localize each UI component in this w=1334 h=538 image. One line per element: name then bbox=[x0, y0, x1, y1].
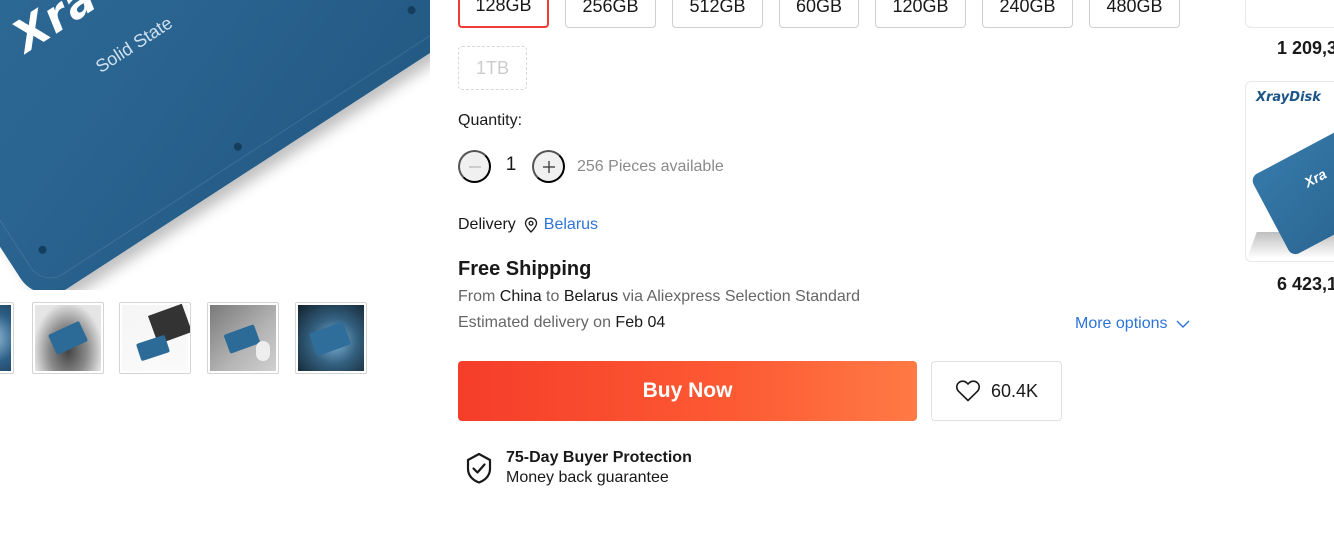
capacity-option-512gb[interactable]: 512GB bbox=[672, 0, 763, 28]
thumbnail-3[interactable] bbox=[207, 302, 279, 374]
route-via: via Aliexpress Selection Standard bbox=[622, 288, 861, 305]
recommendation-card-1[interactable]: XrayDisk Xra bbox=[1245, 81, 1334, 262]
location-pin-icon bbox=[524, 217, 537, 233]
capacity-option-480gb[interactable]: 480GB bbox=[1089, 0, 1180, 28]
capacity-option-256gb[interactable]: 256GB bbox=[565, 0, 656, 28]
shipping-route: From China to Belarus via Aliexpress Sel… bbox=[458, 288, 860, 306]
buyer-protection-title: 75-Day Buyer Protection bbox=[506, 449, 692, 466]
route-from-prefix: From bbox=[458, 288, 496, 305]
delivery-country-link[interactable]: Belarus bbox=[544, 216, 598, 234]
ssd-illustration bbox=[0, 0, 430, 290]
wishlist-count: 60.4K bbox=[990, 380, 1039, 401]
route-to: to bbox=[546, 288, 560, 305]
quantity-decrease-button[interactable] bbox=[458, 150, 491, 183]
shipping-title: Free Shipping bbox=[458, 258, 592, 280]
buy-now-button[interactable]: Buy Now bbox=[458, 361, 917, 421]
shield-check-icon bbox=[466, 452, 492, 484]
eta-date: Feb 04 bbox=[615, 314, 666, 331]
thumbnail-2[interactable] bbox=[119, 302, 191, 374]
capacity-option-60gb[interactable]: 60GB bbox=[779, 0, 859, 28]
recommendation-card-0[interactable] bbox=[1245, 0, 1334, 28]
chevron-down-icon bbox=[1176, 320, 1189, 328]
buyer-protection-subtitle: Money back guarantee bbox=[506, 469, 669, 486]
heart-icon bbox=[955, 380, 980, 402]
capacity-option-120gb[interactable]: 120GB bbox=[875, 0, 966, 28]
quantity-increase-button[interactable] bbox=[532, 150, 565, 183]
recommendation-price-0: 1 209,3 bbox=[1277, 38, 1334, 58]
minus-icon bbox=[468, 165, 481, 168]
more-options-label: More options bbox=[1075, 315, 1168, 332]
delivery-label: Delivery bbox=[458, 216, 516, 233]
capacity-option-240gb[interactable]: 240GB bbox=[982, 0, 1073, 28]
eta-prefix: Estimated delivery on bbox=[458, 314, 611, 331]
route-destination: Belarus bbox=[563, 288, 619, 305]
product-main-image[interactable]: Xra Solid State bbox=[0, 0, 430, 290]
quantity-value[interactable]: 1 bbox=[497, 154, 525, 176]
wishlist-button[interactable]: 60.4K bbox=[931, 361, 1062, 421]
thumbnail-1[interactable] bbox=[32, 302, 104, 374]
shipping-eta: Estimated delivery on Feb 04 bbox=[458, 314, 665, 332]
thumbnail-0[interactable] bbox=[0, 302, 14, 374]
recommendation-logo: XrayDisk bbox=[1256, 90, 1321, 105]
route-origin: China bbox=[499, 288, 542, 305]
quantity-available-text: 256 Pieces available bbox=[577, 158, 724, 175]
recommendation-price-1: 6 423,1 bbox=[1277, 274, 1334, 294]
capacity-option-1tb[interactable]: 1TB bbox=[458, 46, 527, 90]
plus-icon bbox=[542, 160, 555, 173]
thumbnail-4[interactable] bbox=[295, 302, 367, 374]
delivery-row: Delivery Belarus bbox=[458, 216, 598, 234]
capacity-option-128gb[interactable]: 128GB bbox=[458, 0, 549, 28]
more-options-link[interactable]: More options bbox=[1075, 315, 1190, 333]
quantity-label: Quantity: bbox=[458, 112, 523, 129]
